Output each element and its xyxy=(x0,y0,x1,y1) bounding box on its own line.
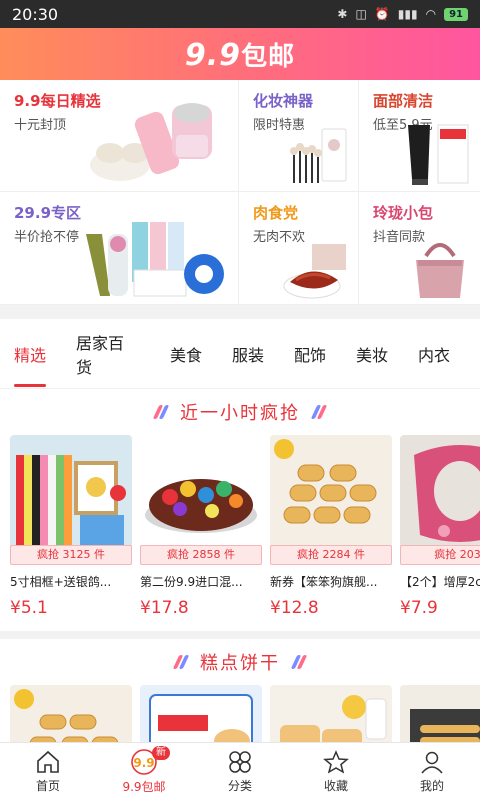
rush-count-badge: 疯抢 2284 件 xyxy=(270,545,392,565)
wifi-icon: ◠ xyxy=(425,7,437,21)
promo-meat-lovers[interactable]: 肉食党 无肉不欢 xyxy=(239,192,359,305)
rush-count-badge: 疯抢 2032 xyxy=(400,545,480,565)
rush-count-badge: 疯抢 2858 件 xyxy=(140,545,262,565)
tab-food[interactable]: 美食 xyxy=(170,319,202,389)
promo-title: 肉食党 xyxy=(253,204,299,222)
nav-category[interactable]: 分类 xyxy=(192,743,288,800)
product-price: ¥12.8 xyxy=(270,598,319,618)
product-card[interactable]: 疯抢 2858 件 第二份9.9进口混... ¥17.8 xyxy=(140,435,262,631)
tab-household[interactable]: 居家百货 xyxy=(76,319,140,389)
status-icons: ✱ ◫ ⏰ ▮▮▮ ◠ 91 xyxy=(337,7,468,21)
product-name: 【2个】增厚2c xyxy=(400,575,480,589)
status-bar: 20:30 ✱ ◫ ⏰ ▮▮▮ ◠ 91 xyxy=(0,0,480,28)
slash-decoration-icon xyxy=(290,655,308,669)
promo-daily-select[interactable]: 9.9每日精选 十元封顶 xyxy=(0,80,239,192)
promo-29-zone[interactable]: 29.9专区 半价抢不停 xyxy=(0,192,239,305)
product-price: ¥17.8 xyxy=(140,598,189,618)
slash-decoration-icon xyxy=(310,405,328,419)
household-goods-image xyxy=(86,222,224,297)
section-divider xyxy=(0,631,480,639)
tab-clothing[interactable]: 服装 xyxy=(232,319,264,389)
promo-title: 化妆神器 xyxy=(253,92,314,110)
product-card[interactable]: 疯抢 2284 件 新券【笨笨狗旗舰... ¥12.8 xyxy=(270,435,392,631)
rush-count-badge: 疯抢 3125 件 xyxy=(10,545,132,565)
promo-grid: 9.9每日精选 十元封顶 化妆神器 限时特惠 面部清洁 低至5.9元 29.9专… xyxy=(0,80,480,305)
promo-title: 玲珑小包 xyxy=(373,204,434,222)
app-logo: 9.9包邮 xyxy=(184,37,296,73)
photo-frames-image xyxy=(10,435,132,551)
mute-icon: ◫ xyxy=(355,7,367,21)
product-card[interactable]: 疯抢 3125 件 5寸相框+送银鸽... ¥5.1 xyxy=(10,435,132,631)
status-time: 20:30 xyxy=(12,4,59,24)
lint-remover-slippers-image xyxy=(90,103,212,181)
egg-roll-snack-image xyxy=(270,435,392,551)
handbag-image xyxy=(416,243,464,298)
section-title: 糕点饼干 xyxy=(200,653,280,674)
jerky-image xyxy=(283,244,346,299)
nav-home[interactable]: 首页 xyxy=(0,743,96,800)
section-header-hot: 近一小时疯抢 xyxy=(0,389,480,435)
star-icon xyxy=(323,749,349,774)
candy-mix-image xyxy=(140,435,262,551)
product-name: 新券【笨笨狗旗舰... xyxy=(270,575,378,589)
makeup-brush-image xyxy=(290,128,347,183)
toilet-seat-cover-image xyxy=(400,435,480,551)
nav-99-free-shipping[interactable]: 9.9 新 9.9包邮 xyxy=(96,743,192,800)
app: 20:30 ✱ ◫ ⏰ ▮▮▮ ◠ 91 9.9包邮 9.9每日精选 十元封顶 xyxy=(0,0,480,800)
slash-decoration-icon xyxy=(152,405,170,419)
slash-decoration-icon xyxy=(172,655,190,669)
section-title: 近一小时疯抢 xyxy=(180,403,300,424)
product-price: ¥7.9 xyxy=(400,598,438,618)
section-header-pastry: 糕点饼干 xyxy=(0,639,480,685)
promo-small-bags[interactable]: 玲珑小包 抖音同款 xyxy=(359,192,480,305)
signal-icon: ▮▮▮ xyxy=(397,7,418,21)
promo-title: 面部清洁 xyxy=(373,92,434,110)
new-badge: 新 xyxy=(152,746,170,760)
battery-indicator: 91 xyxy=(444,7,468,21)
user-icon xyxy=(421,751,443,773)
promo-makeup-tools[interactable]: 化妆神器 限时特惠 xyxy=(239,80,359,192)
tab-selected[interactable]: 精选 xyxy=(14,319,46,389)
category-tabs: 精选 居家百货 美食 服装 配饰 美妆 内衣 xyxy=(0,319,480,389)
promo-face-cleansing[interactable]: 面部清洁 低至5.9元 xyxy=(359,80,480,192)
section-divider xyxy=(0,305,480,319)
product-row: 疯抢 3125 件 5寸相框+送银鸽... ¥5.1 疯抢 2858 件 第二份… xyxy=(0,435,480,631)
product-name: 5寸相框+送银鸽... xyxy=(10,575,112,589)
bottom-nav: 首页 9.9 新 9.9包邮 分类 收藏 我的 xyxy=(0,742,480,800)
category-icon xyxy=(229,750,251,773)
tab-beauty[interactable]: 美妆 xyxy=(356,319,388,389)
product-card[interactable]: 疯抢 2032 【2个】增厚2c ¥7.9 xyxy=(400,435,480,631)
app-header: 9.9包邮 xyxy=(0,28,480,80)
home-icon xyxy=(37,750,59,773)
tab-accessories[interactable]: 配饰 xyxy=(294,319,326,389)
product-name: 第二份9.9进口混... xyxy=(140,575,243,589)
bluetooth-icon: ✱ xyxy=(337,7,348,21)
alarm-icon: ⏰ xyxy=(374,7,390,21)
cleanser-tube-image xyxy=(408,124,469,185)
svg-text:9.9: 9.9 xyxy=(133,756,154,770)
nav-favorites[interactable]: 收藏 xyxy=(288,743,384,800)
nav-profile[interactable]: 我的 xyxy=(384,743,480,800)
product-price: ¥5.1 xyxy=(10,598,48,618)
tab-underwear[interactable]: 内衣 xyxy=(418,319,450,389)
